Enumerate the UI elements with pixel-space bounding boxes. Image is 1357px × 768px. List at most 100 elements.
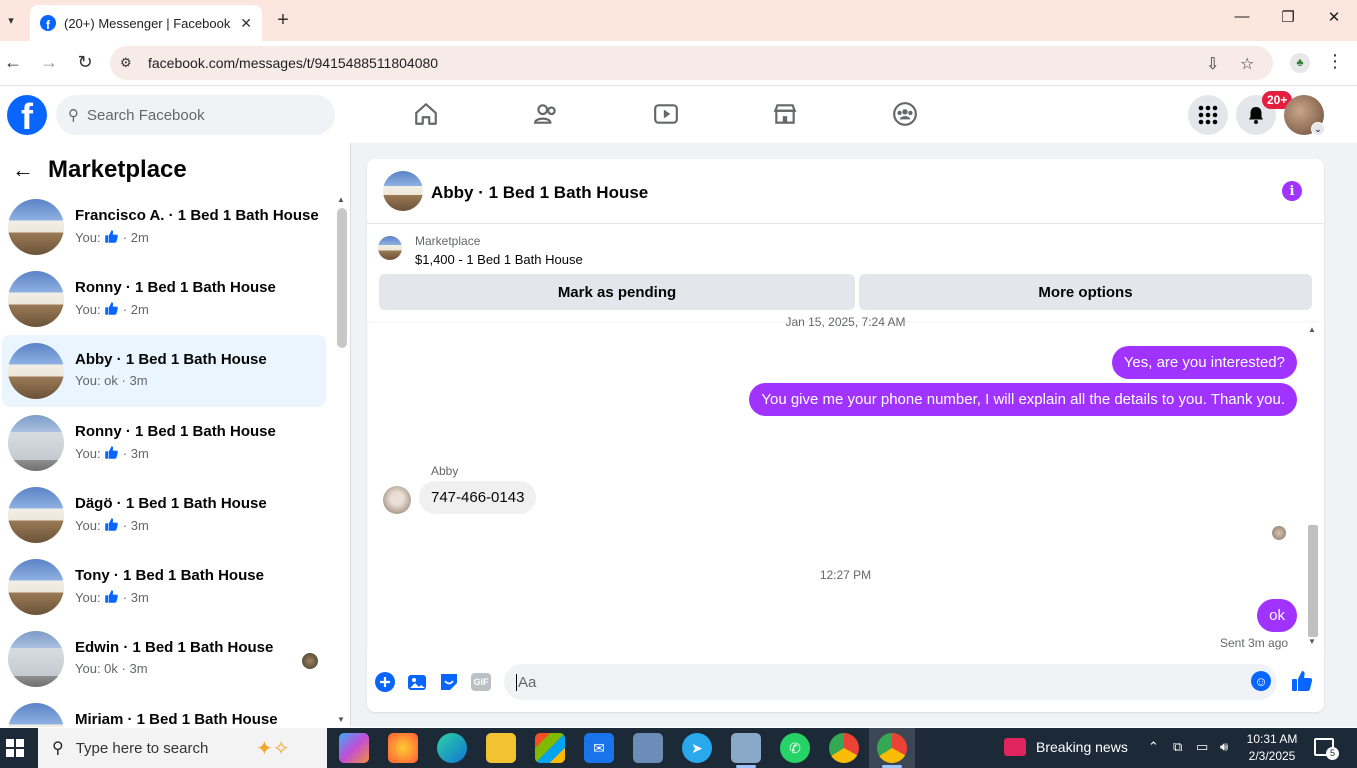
conversation-item[interactable]: Dägö · 1 Bed 1 Bath House You: · 3m: [2, 479, 326, 551]
account-chevron-down-icon[interactable]: ⌄: [1311, 122, 1325, 136]
news-label: Breaking news: [1036, 739, 1128, 755]
add-plus-icon[interactable]: [374, 671, 396, 693]
browser-tab[interactable]: f (20+) Messenger | Facebook ✕: [30, 5, 262, 41]
preview-time: 3m: [130, 446, 149, 461]
thumbs-up-icon: [104, 518, 119, 533]
separator-dot: ·: [119, 302, 131, 317]
reload-icon[interactable]: ↻: [74, 52, 96, 73]
outgoing-message[interactable]: Yes, are you interested?: [1111, 346, 1297, 379]
mark-as-pending-button[interactable]: Mark as pending: [379, 274, 855, 310]
conversation-item[interactable]: Francisco A. · 1 Bed 1 Bath House You: · …: [2, 191, 326, 263]
incoming-message[interactable]: 747-466-0143: [419, 481, 537, 514]
chat-listing-thumbnail[interactable]: [383, 171, 423, 211]
tab-search-chevron-icon[interactable]: ▾: [0, 8, 22, 32]
tab-close-icon[interactable]: ✕: [240, 15, 252, 32]
emoji-icon[interactable]: ☺: [1251, 671, 1271, 691]
outgoing-message[interactable]: ok: [1257, 599, 1297, 632]
browser-menu-icon[interactable]: ⋮: [1326, 51, 1344, 72]
menu-grid-icon[interactable]: [1188, 95, 1228, 135]
preview-prefix: You:: [75, 446, 105, 461]
friends-icon[interactable]: [531, 99, 561, 129]
conversation-preview: You: ok · 3m: [75, 373, 148, 388]
listing-thumbnail[interactable]: [378, 236, 402, 260]
facebook-search-input[interactable]: ⚲ Search Facebook: [56, 95, 335, 135]
tray-overflow-chevron-icon[interactable]: ⌃: [1148, 739, 1159, 755]
preview-time: 2m: [130, 230, 149, 245]
conversation-thumbnail: [8, 631, 64, 687]
back-arrow-icon[interactable]: ←: [12, 157, 36, 183]
conversation-thumbnail: [8, 415, 64, 471]
chat-title[interactable]: Abby · 1 Bed 1 Bath House: [431, 183, 648, 203]
groups-icon[interactable]: [890, 99, 920, 129]
window-close-icon[interactable]: ✕: [1322, 8, 1346, 26]
bookmark-star-icon[interactable]: ☆: [1240, 54, 1254, 74]
outgoing-message[interactable]: You give me your phone number, I will ex…: [749, 383, 1297, 416]
conversation-scroll-thumb[interactable]: [337, 208, 347, 348]
marketplace-icon[interactable]: [770, 99, 800, 129]
url-text: facebook.com/messages/t/9415488511804080: [148, 55, 439, 71]
install-app-icon[interactable]: ⇩: [1206, 54, 1219, 74]
taskbar-search-box[interactable]: ⚲ Type here to search ✦✧: [38, 728, 327, 768]
scroll-down-icon[interactable]: ▼: [337, 715, 345, 724]
telegram-app-icon[interactable]: ➤: [682, 733, 712, 763]
watch-video-icon[interactable]: [651, 99, 681, 129]
firefox-app-icon[interactable]: [388, 733, 418, 763]
sticker-icon[interactable]: [438, 671, 460, 693]
site-info-icon[interactable]: ⚙: [120, 55, 136, 71]
chrome-profile-app-icon[interactable]: [877, 733, 907, 763]
mail-app-icon[interactable]: ✉: [584, 733, 614, 763]
scroll-up-icon[interactable]: ▲: [337, 195, 345, 204]
news-widget[interactable]: Breaking news: [1004, 738, 1128, 756]
profile-extension-icon[interactable]: ♣: [1290, 53, 1310, 73]
facebook-logo-icon[interactable]: f: [7, 95, 47, 135]
conversation-preview: You: · 3m: [75, 517, 149, 533]
conversation-item[interactable]: Tony · 1 Bed 1 Bath House You: · 3m: [2, 551, 326, 623]
network-icon[interactable]: ▭: [1196, 739, 1208, 755]
sent-status: Sent 3m ago: [1220, 636, 1289, 650]
gif-icon[interactable]: GIF: [470, 671, 492, 693]
taskbar-search-placeholder: Type here to search: [75, 739, 209, 757]
separator-dot: ·: [119, 446, 131, 461]
conversation-item[interactable]: Ronny · 1 Bed 1 Bath House You: · 2m: [2, 263, 326, 335]
meet-now-icon[interactable]: ⧉: [1173, 739, 1182, 755]
pinned-app-icon[interactable]: [633, 733, 663, 763]
file-explorer-app-icon[interactable]: [486, 733, 516, 763]
thumbs-up-like-icon[interactable]: [1289, 668, 1315, 694]
preview-time: 3m: [129, 373, 148, 388]
copilot-app-icon[interactable]: [339, 733, 369, 763]
pinned-app-2-icon[interactable]: [731, 733, 761, 763]
conversation-item[interactable]: Ronny · 1 Bed 1 Bath House You: · 3m: [2, 407, 326, 479]
search-placeholder: Search Facebook: [87, 106, 205, 124]
minimize-icon[interactable]: —: [1230, 8, 1254, 25]
info-icon[interactable]: i: [1282, 181, 1302, 201]
message-input[interactable]: Aa: [504, 664, 1277, 700]
chat-window: Abby · 1 Bed 1 Bath House i Marketplace …: [367, 159, 1324, 712]
listing-price[interactable]: $1,400 - 1 Bed 1 Bath House: [415, 252, 583, 267]
new-tab-button[interactable]: +: [272, 9, 294, 32]
message-scroll-thumb[interactable]: [1308, 525, 1318, 637]
photo-attach-icon[interactable]: [406, 671, 428, 693]
edge-app-icon[interactable]: [437, 733, 467, 763]
whatsapp-app-icon[interactable]: ✆: [780, 733, 810, 763]
conversation-item[interactable]: Abby · 1 Bed 1 Bath House You: ok · 3m: [2, 335, 326, 407]
facebook-favicon-icon: f: [40, 15, 56, 31]
chrome-app-icon[interactable]: [829, 733, 859, 763]
message-scroll-up-icon[interactable]: ▲: [1308, 325, 1316, 334]
more-options-button[interactable]: More options: [859, 274, 1312, 310]
home-icon[interactable]: [411, 99, 441, 129]
conversation-item[interactable]: Miriam · 1 Bed 1 Bath House: [2, 695, 326, 727]
address-bar[interactable]: ⚙ facebook.com/messages/t/94154885118040…: [110, 46, 1273, 80]
message-scroll-down-icon[interactable]: ▼: [1308, 637, 1316, 646]
sender-avatar[interactable]: [383, 486, 411, 514]
back-icon[interactable]: ←: [2, 52, 24, 73]
microsoft-store-app-icon[interactable]: [535, 733, 565, 763]
windows-start-icon[interactable]: [0, 728, 30, 768]
maximize-icon[interactable]: ❐: [1276, 8, 1300, 26]
conversation-item[interactable]: Edwin · 1 Bed 1 Bath House You: 0k · 3m: [2, 623, 326, 695]
system-clock[interactable]: 10:31 AM 2/3/2025: [1246, 731, 1298, 765]
preview-prefix: You:: [75, 373, 105, 388]
conversation-name: Miriam · 1 Bed 1 Bath House: [75, 711, 278, 727]
volume-icon[interactable]: 🔊︎: [1220, 739, 1228, 755]
forward-icon[interactable]: →: [38, 52, 60, 73]
preview-time: 3m: [129, 661, 148, 676]
